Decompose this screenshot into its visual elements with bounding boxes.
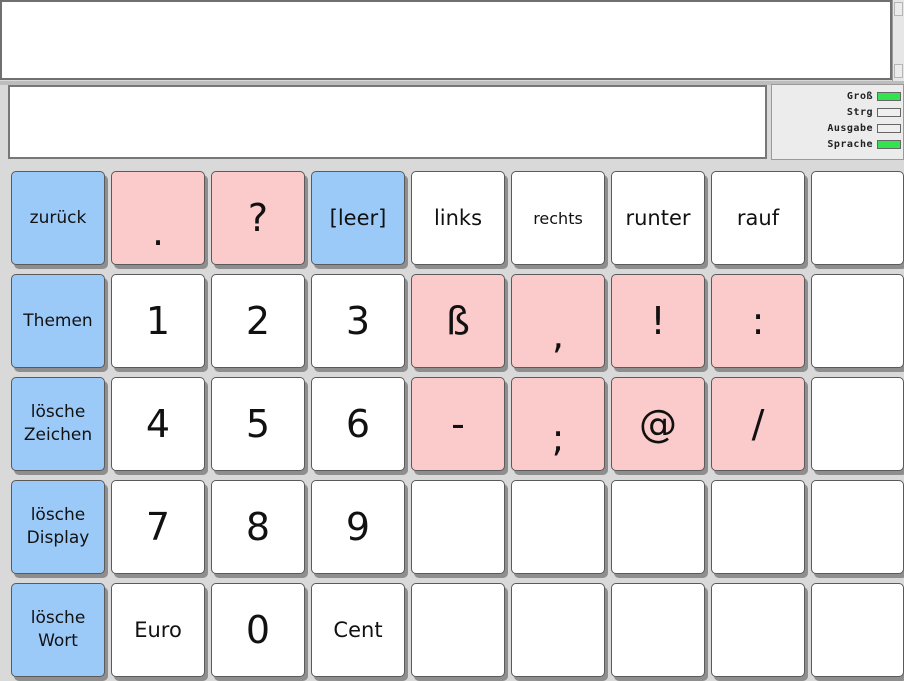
- scroll-up-arrow-icon[interactable]: [894, 2, 903, 16]
- key-blank-r3c9[interactable]: [811, 377, 904, 471]
- key-links[interactable]: links: [411, 171, 505, 265]
- key-blank-r1c9[interactable]: [811, 171, 904, 265]
- keyboard-grid: zurück.? [leer] links rechts runter rauf Theme…: [8, 168, 904, 681]
- key-3[interactable]: 3: [311, 274, 405, 368]
- status-row-gross: Groß: [772, 88, 903, 104]
- key-4[interactable]: 4: [111, 377, 205, 471]
- status-label: Groß: [846, 90, 873, 102]
- key-euro[interactable]: Euro: [111, 583, 205, 677]
- key-2[interactable]: 2: [211, 274, 305, 368]
- key-1[interactable]: 1: [111, 274, 205, 368]
- key-blank-r5c9[interactable]: [811, 583, 904, 677]
- status-panel: Groß Strg Ausgabe Sprache: [771, 84, 904, 160]
- key-at[interactable]: @: [611, 377, 705, 471]
- key-6[interactable]: 6: [311, 377, 405, 471]
- key-blank-r4c8[interactable]: [711, 480, 805, 574]
- key-blank-r5c6[interactable]: [511, 583, 605, 677]
- key-question[interactable]: ?: [211, 171, 305, 265]
- status-indicator-ausgabe: [877, 123, 901, 133]
- key-loesche-zeichen[interactable]: lösche Zeichen: [11, 377, 105, 471]
- status-label: Strg: [846, 106, 873, 118]
- key-period[interactable]: .: [111, 171, 205, 265]
- key-cent[interactable]: Cent: [311, 583, 405, 677]
- key-rechts[interactable]: rechts: [511, 171, 605, 265]
- output-display[interactable]: [0, 0, 892, 80]
- status-row-ausgabe: Ausgabe: [772, 120, 903, 136]
- key-blank-r4c9[interactable]: [811, 480, 904, 574]
- key-hyphen[interactable]: -: [411, 377, 505, 471]
- key-slash[interactable]: /: [711, 377, 805, 471]
- key-exclamation[interactable]: !: [611, 274, 705, 368]
- key-8[interactable]: 8: [211, 480, 305, 574]
- key-loesche-display[interactable]: lösche Display: [11, 480, 105, 574]
- key-9[interactable]: 9: [311, 480, 405, 574]
- key-blank-r5c7[interactable]: [611, 583, 705, 677]
- key-7[interactable]: 7: [111, 480, 205, 574]
- status-indicator-gross: [877, 91, 901, 101]
- key-blank-r4c5[interactable]: [411, 480, 505, 574]
- key-space[interactable]: [leer]: [311, 171, 405, 265]
- key-semicolon[interactable]: ;: [511, 377, 605, 471]
- status-label: Sprache: [827, 138, 873, 150]
- key-blank-r4c6[interactable]: [511, 480, 605, 574]
- status-indicator-sprache: [877, 139, 901, 149]
- key-blank-r2c9[interactable]: [811, 274, 904, 368]
- key-comma[interactable]: ,: [511, 274, 605, 368]
- status-row-sprache: Sprache: [772, 136, 903, 152]
- message-line-display[interactable]: [8, 85, 767, 159]
- status-row-strg: Strg: [772, 104, 903, 120]
- output-scrollbar[interactable]: [892, 0, 904, 82]
- key-blank-r5c5[interactable]: [411, 583, 505, 677]
- key-rauf[interactable]: rauf: [711, 171, 805, 265]
- key-loesche-wort[interactable]: lösche Wort: [11, 583, 105, 677]
- key-blank-r5c8[interactable]: [711, 583, 805, 677]
- scroll-down-arrow-icon[interactable]: [894, 64, 903, 78]
- key-zurueck[interactable]: zurück: [11, 171, 105, 265]
- key-runter[interactable]: runter: [611, 171, 705, 265]
- key-blank-r4c7[interactable]: [611, 480, 705, 574]
- status-label: Ausgabe: [827, 122, 873, 134]
- key-5[interactable]: 5: [211, 377, 305, 471]
- key-themen[interactable]: Themen: [11, 274, 105, 368]
- key-0[interactable]: 0: [211, 583, 305, 677]
- key-eszett[interactable]: ß: [411, 274, 505, 368]
- key-colon[interactable]: :: [711, 274, 805, 368]
- status-indicator-strg: [877, 107, 901, 117]
